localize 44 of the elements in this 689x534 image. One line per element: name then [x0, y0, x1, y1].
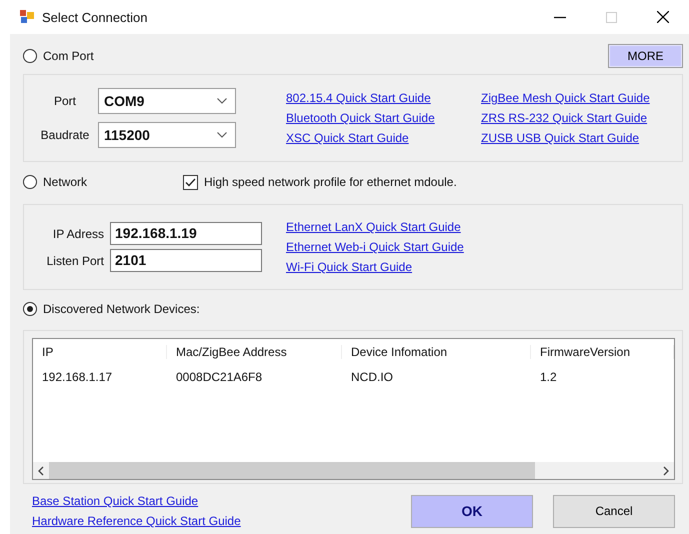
chevron-down-icon[interactable]	[217, 98, 227, 104]
guide-link[interactable]: Bluetooth Quick Start Guide	[286, 111, 481, 125]
high-speed-checkbox[interactable]: High speed network profile for ethernet mdoule.	[183, 174, 457, 190]
more-button[interactable]: MORE	[608, 44, 683, 68]
guide-link[interactable]: Ethernet Web-i Quick Start Guide	[286, 240, 464, 254]
scroll-left-icon[interactable]	[37, 466, 45, 476]
listen-port-field[interactable]: 2101	[110, 249, 262, 272]
baudrate-label: Baudrate	[40, 128, 90, 142]
cancel-button[interactable]: Cancel	[553, 494, 675, 528]
column-header[interactable]: Mac/ZigBee Address	[167, 345, 342, 359]
guide-link[interactable]: ZRS RS-232 Quick Start Guide	[481, 111, 650, 125]
column-header[interactable]: FirmwareVersion	[531, 345, 674, 359]
guide-link[interactable]: ZUSB USB Quick Start Guide	[481, 131, 650, 145]
window-title: Select Connection	[42, 10, 148, 24]
maximize-icon	[606, 12, 617, 22]
checkmark-icon	[185, 178, 196, 186]
discovered-devices-radio[interactable]: Discovered Network Devices:	[23, 290, 683, 328]
ok-button[interactable]: OK	[411, 494, 533, 528]
table-cell-text: 1.2	[539, 370, 558, 384]
scroll-right-icon[interactable]	[662, 466, 670, 476]
guide-link[interactable]: Hardware Reference Quick Start Guide	[32, 514, 241, 528]
chevron-down-icon[interactable]	[217, 132, 227, 138]
horizontal-scrollbar[interactable]	[33, 462, 674, 479]
listen-port-label: Listen Port	[46, 254, 105, 268]
guide-link[interactable]: 802.15.4 Quick Start Guide	[286, 91, 481, 105]
guide-link[interactable]: Ethernet LanX Quick Start Guide	[286, 220, 464, 234]
guide-link[interactable]: Base Station Quick Start Guide	[32, 494, 241, 508]
app-icon	[20, 10, 34, 24]
guide-link[interactable]: Wi-Fi Quick Start Guide	[286, 260, 464, 274]
guide-link[interactable]: ZigBee Mesh Quick Start Guide	[481, 91, 650, 105]
ip-address-label: IP Adress	[52, 226, 105, 240]
ip-address-field[interactable]: 192.168.1.19	[110, 222, 262, 245]
guide-link[interactable]: XSC Quick Start Guide	[286, 131, 481, 145]
baudrate-dropdown[interactable]: 115200	[98, 122, 236, 148]
port-label: Port	[52, 94, 77, 108]
table-cell-text: NCD.IO	[350, 370, 394, 384]
network-radio[interactable]: Network	[23, 175, 183, 189]
column-header[interactable]: IP	[33, 345, 167, 359]
com-port-radio[interactable]: Com Port	[23, 49, 94, 63]
column-header[interactable]: Device Infomation	[342, 345, 531, 359]
close-icon[interactable]	[657, 11, 669, 23]
table-cell-text: 192.168.1.17	[41, 370, 114, 384]
port-dropdown[interactable]: COM9	[98, 88, 236, 114]
table-cell-text: 0008DC21A6F8	[175, 370, 264, 384]
